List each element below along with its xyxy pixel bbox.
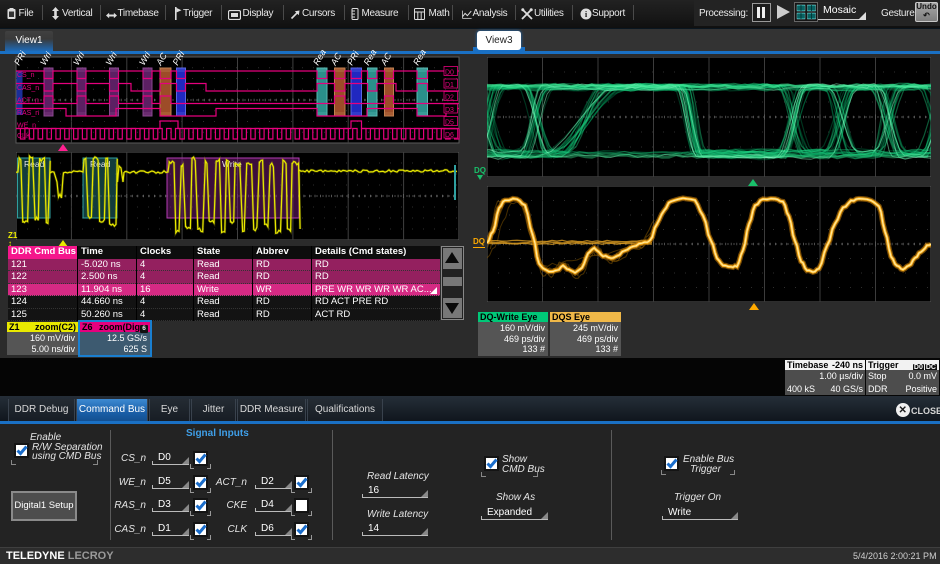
svg-text:D0: D0 [445,70,454,77]
svg-text:CLK: CLK [17,133,31,140]
svg-text:CS_n: CS_n [17,72,35,79]
svg-text:ACT_n: ACT_n [17,98,39,105]
svg-text:D1: D1 [445,82,454,89]
svg-text:D2: D2 [445,95,454,102]
svg-text:D6: D6 [445,132,454,139]
svg-text:CAS_n: CAS_n [17,85,39,92]
svg-text:D5: D5 [445,120,454,127]
svg-text:RAS_n: RAS_n [17,110,39,117]
svg-text:D3: D3 [445,107,454,114]
